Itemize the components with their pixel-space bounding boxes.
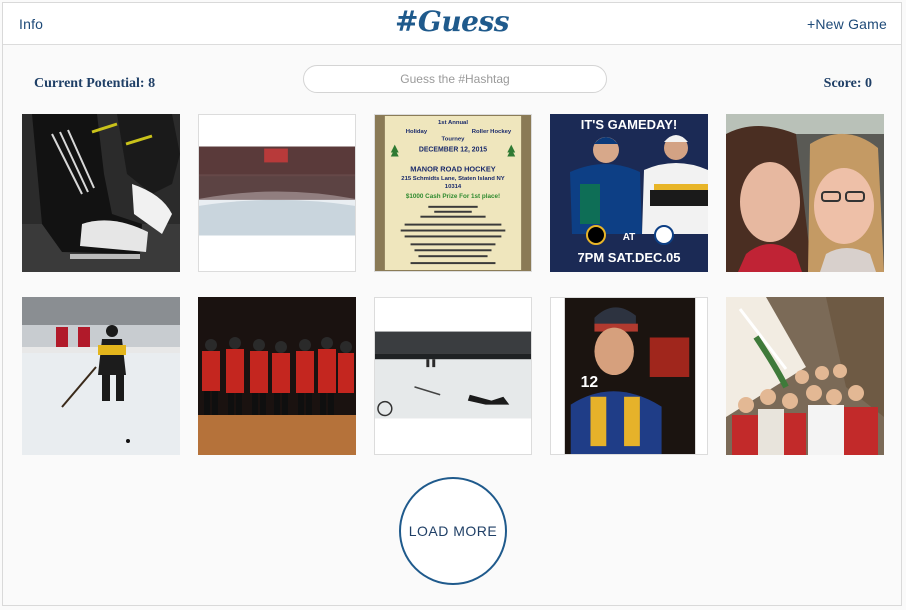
- flyer-line3: Tourney: [442, 137, 466, 143]
- gameday-time: 7PM SAT.DEC.05: [577, 250, 680, 265]
- rink-players-image: [22, 297, 180, 455]
- flyer-image: 1st Annual Holiday Roller Hockey Tourney…: [375, 115, 531, 271]
- photo-party-group[interactable]: [726, 297, 884, 455]
- skates-image: [22, 114, 180, 272]
- photo-team-red[interactable]: [198, 297, 356, 455]
- selfie-image: [726, 114, 884, 272]
- potential-value: 8: [148, 76, 156, 91]
- empty-rink-image: [375, 298, 531, 454]
- flyer-date: DECEMBER 12, 2015: [419, 147, 487, 154]
- gameday-at: AT: [623, 232, 636, 243]
- flyer-line2: Holiday: [406, 129, 428, 135]
- arena-image: [199, 115, 355, 271]
- blues-fan-image: 12: [551, 298, 707, 454]
- team-red-image: [198, 297, 356, 455]
- score: Score: 0: [824, 76, 872, 92]
- svg-text:12: 12: [581, 374, 599, 391]
- flyer-line2b: Roller Hockey: [472, 129, 512, 135]
- photo-arena[interactable]: [198, 114, 356, 272]
- flyer-venue: MANOR ROAD HOCKEY: [410, 164, 495, 173]
- flyer-zip: 10314: [445, 184, 462, 190]
- photo-gameday[interactable]: IT'S GAMEDAY! AT 7PM SAT.DEC.05: [550, 114, 708, 272]
- gameday-image: IT'S GAMEDAY! AT 7PM SAT.DEC.05: [550, 114, 708, 272]
- photo-skates[interactable]: [22, 114, 180, 272]
- new-game-link[interactable]: +New Game: [807, 16, 887, 32]
- photo-empty-rink[interactable]: [374, 297, 532, 455]
- photo-rink-players[interactable]: [22, 297, 180, 455]
- photo-selfie[interactable]: [726, 114, 884, 272]
- hashtag-guess-input[interactable]: [303, 65, 607, 93]
- flyer-prize: $1000 Cash Prize For 1st place!: [406, 193, 500, 200]
- photo-grid: 1st Annual Holiday Roller Hockey Tourney…: [22, 114, 884, 455]
- potential-label: Current Potential:: [34, 76, 145, 91]
- logo: #Guess: [394, 5, 510, 38]
- app-frame: Info #Guess +New Game Current Potential:…: [2, 2, 902, 606]
- party-group-image: [726, 297, 884, 455]
- gameday-headline: IT'S GAMEDAY!: [581, 117, 678, 132]
- flyer-address: 215 Schmidts Lane, Staten Island NY: [401, 176, 504, 182]
- current-potential: Current Potential: 8: [34, 76, 155, 92]
- score-label: Score:: [823, 76, 862, 91]
- photo-blues-fan[interactable]: 12: [550, 297, 708, 455]
- flyer-line1: 1st Annual: [438, 120, 468, 126]
- top-bar: Info #Guess +New Game: [3, 3, 901, 45]
- load-more-button[interactable]: LOAD MORE: [399, 477, 507, 585]
- score-value: 0: [865, 76, 872, 91]
- photo-tourney-flyer[interactable]: 1st Annual Holiday Roller Hockey Tourney…: [374, 114, 532, 272]
